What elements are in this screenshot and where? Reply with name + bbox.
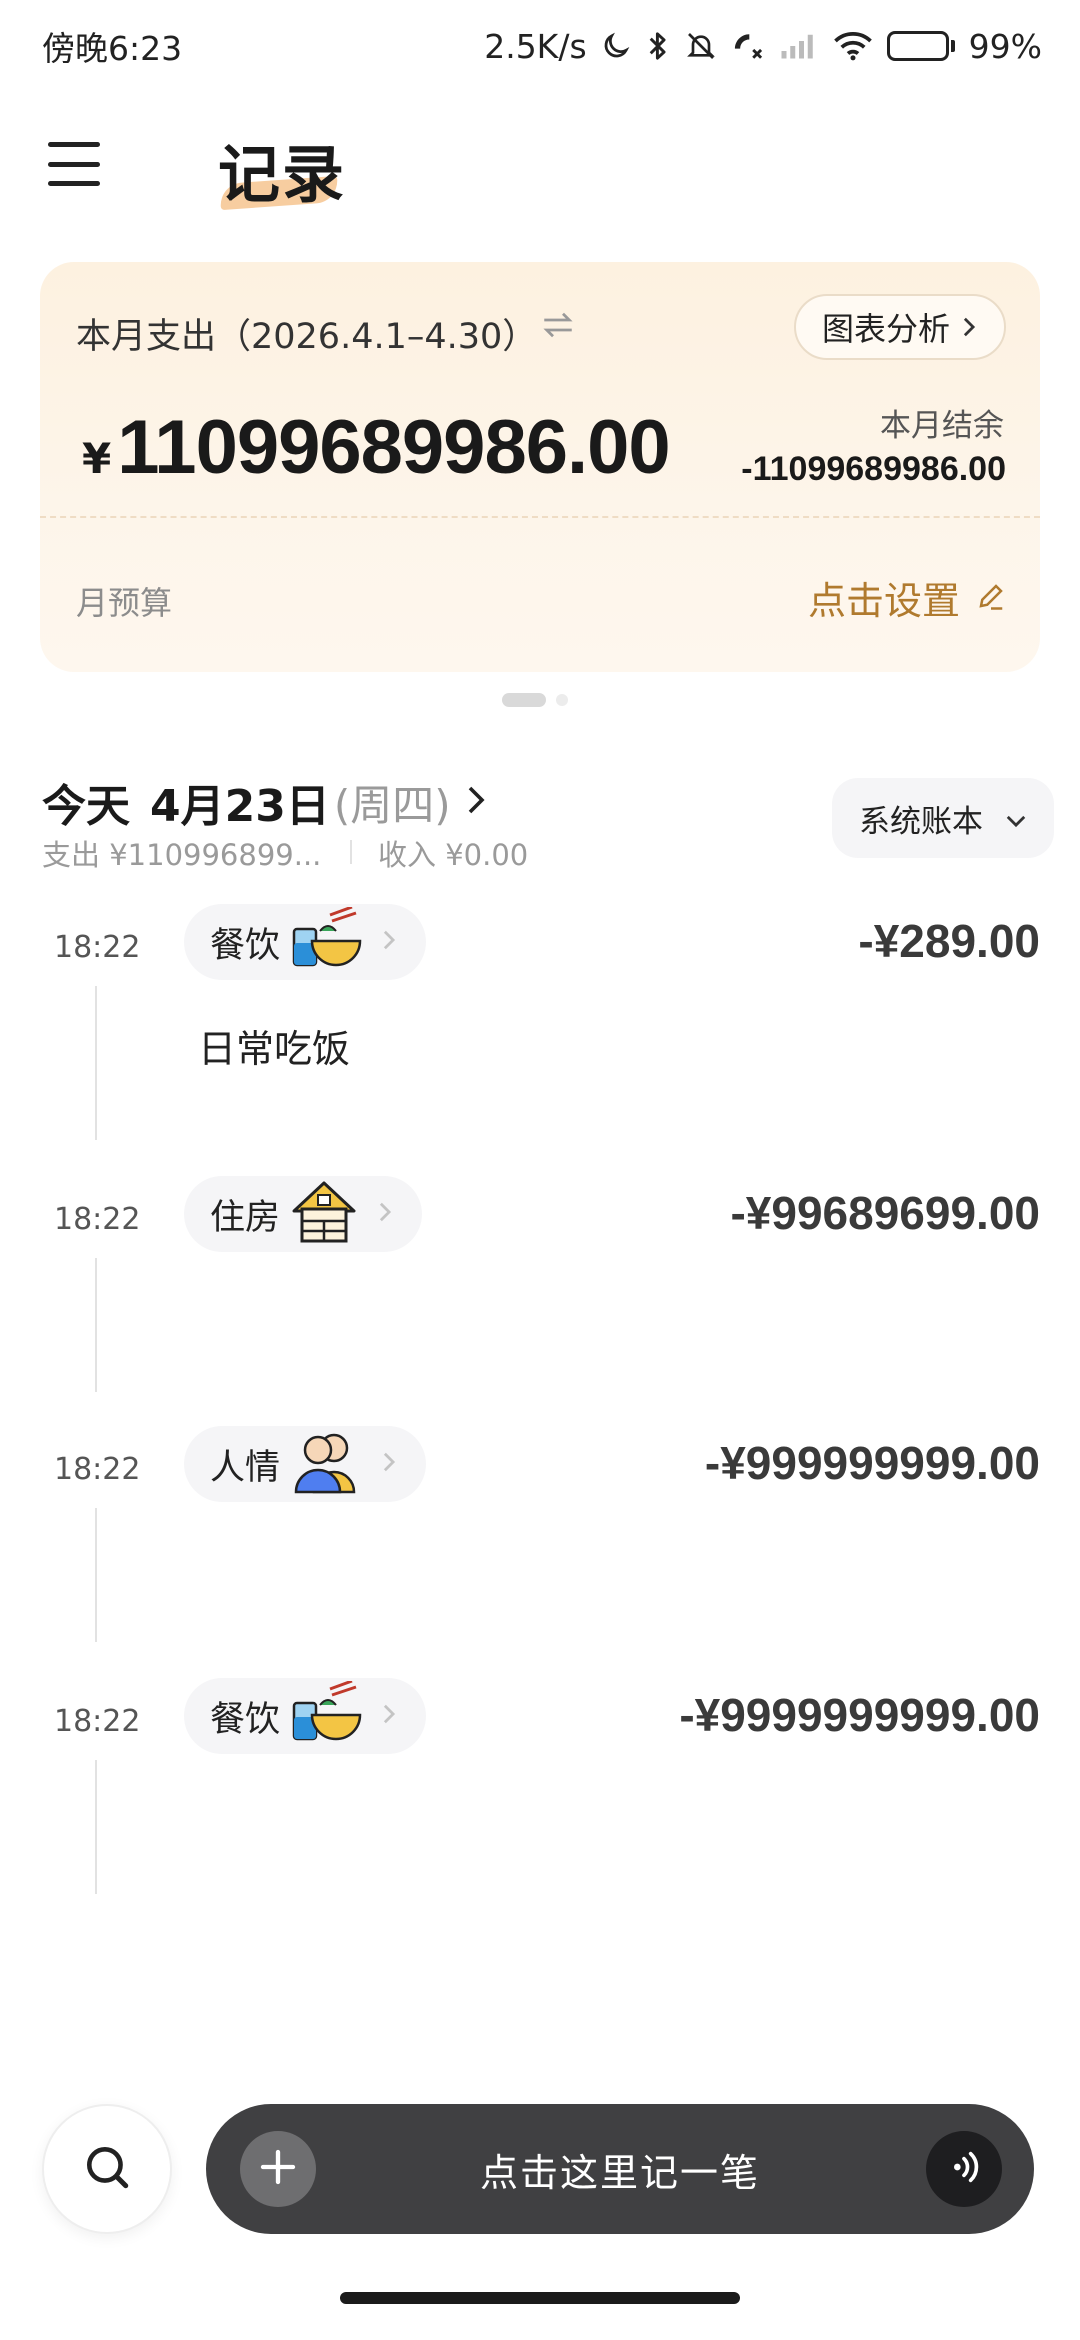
record-item[interactable]: 18:22 人情 -¥999999999.00 [0, 1422, 1080, 1642]
day-title[interactable]: 今天 4月23日 (周四) [42, 770, 485, 834]
pencil-icon [976, 576, 1006, 620]
timeline-line [95, 1508, 97, 1642]
voice-input-button[interactable] [926, 2131, 1002, 2207]
record-time: 18:22 [54, 1704, 141, 1739]
record-amount: -¥99689699.00 [730, 1187, 1040, 1239]
noodle-bowl-icon [290, 905, 362, 977]
category-name: 餐饮 [210, 925, 281, 966]
category-chip[interactable]: 餐饮 [184, 904, 427, 980]
battery-level: 99% [968, 26, 1042, 66]
category-chip[interactable]: 住房 [184, 1176, 423, 1252]
voice-wave-icon [944, 2147, 984, 2191]
menu-icon [48, 142, 100, 147]
category-chip[interactable]: 人情 [184, 1426, 427, 1502]
pager-dot-active [502, 693, 546, 707]
plus-icon [258, 2147, 298, 2191]
swap-period-icon[interactable] [540, 310, 576, 344]
app-header: 记录 [0, 118, 1080, 228]
account-book-label: 系统账本 [859, 803, 983, 840]
record-time: 18:22 [54, 1452, 141, 1487]
record-time: 18:22 [54, 1202, 141, 1237]
house-icon [290, 1177, 358, 1251]
chevron-right-icon [378, 1201, 392, 1227]
category-chip[interactable]: 餐饮 [184, 1678, 427, 1754]
call-muted-icon [731, 30, 765, 62]
chevron-right-icon [382, 1703, 396, 1729]
card-divider [40, 516, 1040, 518]
record-item[interactable]: 18:22 餐饮 -¥289.00 日常吃饭 [0, 900, 1080, 1150]
day-weekday: (周四) [333, 780, 451, 830]
day-expense: 支出 ¥110996899... [42, 838, 322, 872]
day-today-label: 今天 [42, 781, 130, 832]
balance-label: 本月结余 [880, 408, 1004, 444]
total-expense-amount: 11099689986.00 [117, 405, 670, 490]
add-record-button[interactable] [240, 2131, 316, 2207]
timeline-line [95, 1760, 97, 1894]
search-button[interactable] [42, 2104, 172, 2234]
budget-set-button[interactable]: 点击设置 [808, 570, 1006, 625]
day-header: 今天 4月23日 (周四) 支出 ¥110996899... 收入 ¥0.00 … [42, 770, 1054, 880]
monthly-summary-card[interactable]: 本月支出（2026.4.1–4.30） 图表分析 ¥ 11099689986.0… [40, 262, 1040, 672]
mute-bell-icon [685, 30, 717, 62]
record-item[interactable]: 18:22 住房 -¥99689699.00 [0, 1172, 1080, 1392]
record-note: 日常吃饭 [198, 1027, 351, 1071]
battery-icon [886, 31, 955, 61]
home-indicator[interactable] [340, 2292, 740, 2304]
chart-analysis-button[interactable]: 图表分析 [793, 294, 1006, 360]
chart-analysis-label: 图表分析 [821, 310, 950, 348]
timeline-line [95, 1258, 97, 1392]
page-title-wrap: 记录 [218, 124, 346, 214]
balance-value: -11099689986.00 [741, 450, 1006, 488]
budget-label: 月预算 [76, 584, 173, 622]
chevron-right-icon [382, 1451, 396, 1477]
search-icon [82, 2142, 132, 2196]
quick-record-label: 点击这里记一笔 [479, 2150, 760, 2195]
chevron-right-icon [962, 308, 976, 346]
day-income: 收入 ¥0.00 [378, 838, 529, 872]
record-amount: -¥289.00 [858, 915, 1040, 967]
status-indicators: 2.5K/s 99% [484, 27, 1042, 66]
chevron-right-icon [467, 785, 485, 819]
record-time: 18:22 [54, 930, 141, 965]
noodle-bowl-icon [290, 1679, 362, 1751]
card-pager [502, 693, 568, 707]
bluetooth-icon [645, 29, 671, 63]
account-book-selector[interactable]: 系统账本 [832, 778, 1054, 858]
total-expense: ¥ 11099689986.00 [82, 404, 671, 491]
day-date: 4月23日 [150, 781, 330, 832]
network-speed: 2.5K/s [484, 26, 587, 66]
page-title: 记录 [218, 138, 347, 211]
chevron-right-icon [382, 929, 396, 955]
people-icon [290, 1430, 362, 1498]
record-item[interactable]: 18:22 餐饮 -¥9999999999.00 [0, 1674, 1080, 1894]
currency-symbol: ¥ [82, 434, 112, 483]
wifi-icon [833, 31, 873, 61]
status-time: 傍晚6:23 [42, 29, 183, 68]
menu-button[interactable] [48, 142, 100, 186]
moon-icon [601, 31, 631, 61]
record-amount: -¥9999999999.00 [679, 1689, 1040, 1741]
category-name: 人情 [210, 1447, 281, 1488]
category-name: 住房 [210, 1197, 281, 1238]
timeline-line [95, 986, 97, 1140]
budget-set-label: 点击设置 [807, 579, 960, 623]
record-amount: -¥999999999.00 [704, 1437, 1040, 1489]
pager-dot [556, 694, 568, 706]
day-divider [350, 840, 352, 864]
period-label: 本月支出（2026.4.1–4.30） [76, 317, 538, 357]
signal-icon [779, 31, 819, 61]
quick-record-bar[interactable]: 点击这里记一笔 [206, 2104, 1034, 2234]
category-name: 餐饮 [210, 1699, 281, 1740]
status-bar: 傍晚6:23 2.5K/s 99% [0, 0, 1080, 92]
chevron-down-icon [1005, 800, 1027, 836]
